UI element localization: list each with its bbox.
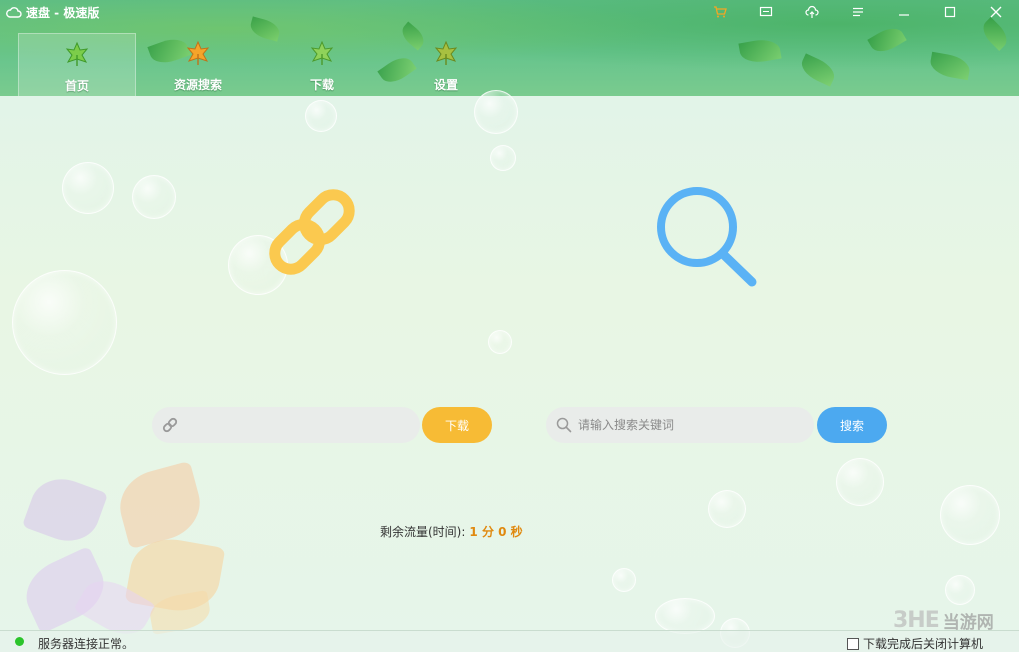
decorative-bubble xyxy=(490,145,516,171)
link-icon xyxy=(269,189,355,275)
upload-button[interactable] xyxy=(789,0,835,24)
tab-label: 设置 xyxy=(433,78,458,92)
decorative-leaf xyxy=(738,36,782,66)
quota-value: 1 分 0 秒 xyxy=(469,525,523,539)
leaf-green-icon xyxy=(310,40,334,65)
search-button[interactable]: 搜索 xyxy=(817,407,887,443)
quota-label: 剩余流量(时间): xyxy=(380,525,466,539)
decorative-bubble xyxy=(655,598,715,634)
download-button[interactable]: 下载 xyxy=(422,407,492,443)
decorative-bubble xyxy=(708,490,746,528)
close-button[interactable] xyxy=(973,0,1019,24)
cart-icon xyxy=(714,6,727,18)
search-input[interactable] xyxy=(578,407,814,443)
status-ok-indicator xyxy=(15,637,24,646)
download-link-field xyxy=(152,407,420,443)
decorative-bubble xyxy=(12,270,117,375)
maximize-button[interactable] xyxy=(927,0,973,24)
decorative-bubble xyxy=(488,330,512,354)
tab-label: 首页 xyxy=(64,79,89,93)
search-icon xyxy=(657,187,757,287)
window-title: 速盘 - 极速版 xyxy=(26,5,100,20)
decorative-leaf xyxy=(928,51,972,81)
decorative-bubble xyxy=(836,458,884,506)
menu-icon xyxy=(853,7,863,17)
message-icon xyxy=(759,6,773,17)
decorative-leaf xyxy=(867,22,907,58)
shutdown-label: 下载完成后关闭计算机 xyxy=(863,637,984,651)
decorative-bubble xyxy=(940,485,1000,545)
tab-home[interactable]: 首页 xyxy=(18,33,136,96)
link-small-icon xyxy=(162,417,178,433)
decorative-bubble xyxy=(474,90,518,134)
decorative-bubble xyxy=(305,100,337,132)
decorative-bubble xyxy=(62,162,114,214)
tab-label: 资源搜索 xyxy=(173,78,222,92)
status-message: 服务器连接正常。 xyxy=(38,637,135,651)
status-bar: 服务器连接正常。 下载完成后关闭计算机 xyxy=(0,630,1019,652)
decorative-flower xyxy=(21,469,109,551)
search-small-icon xyxy=(556,417,572,433)
cloud-icon xyxy=(6,7,22,18)
minimize-icon xyxy=(899,14,909,16)
remaining-quota: 剩余流量(时间): 1 分 0 秒 xyxy=(380,523,523,540)
decorative-bubble xyxy=(612,568,636,592)
tab-resource-search[interactable]: 资源搜索 xyxy=(136,33,260,96)
leaf-orange-icon xyxy=(186,40,210,65)
shutdown-checkbox[interactable] xyxy=(847,637,859,650)
tab-settings[interactable]: 设置 xyxy=(384,33,508,96)
download-link-input[interactable] xyxy=(185,407,420,443)
header: 速盘 - 极速版 首页 资源搜索 下载 设置 xyxy=(0,0,1019,96)
message-button[interactable] xyxy=(743,0,789,24)
title-bar: 速盘 - 极速版 xyxy=(6,4,99,20)
upload-cloud-icon xyxy=(805,5,819,18)
window-controls xyxy=(697,0,1019,24)
leaf-olive-icon xyxy=(434,40,458,65)
decorative-leaf xyxy=(797,53,839,87)
tab-download[interactable]: 下载 xyxy=(260,33,384,96)
leaf-green-icon xyxy=(65,41,89,66)
search-field xyxy=(546,407,814,443)
decorative-flower xyxy=(112,460,208,550)
cart-button[interactable] xyxy=(697,0,743,24)
shutdown-after-download-option[interactable]: 下载完成后关闭计算机 xyxy=(847,635,983,652)
minimize-button[interactable] xyxy=(881,0,927,24)
maximize-icon xyxy=(944,6,956,18)
decorative-bubble xyxy=(132,175,176,219)
decorative-bubble xyxy=(945,575,975,605)
watermark-text: 当游网 xyxy=(942,612,994,633)
main-nav: 首页 资源搜索 下载 设置 xyxy=(18,33,508,96)
watermark-logo: 3HE xyxy=(893,607,940,633)
tab-label: 下载 xyxy=(309,78,334,92)
close-icon xyxy=(990,6,1002,18)
menu-button[interactable] xyxy=(835,0,881,24)
